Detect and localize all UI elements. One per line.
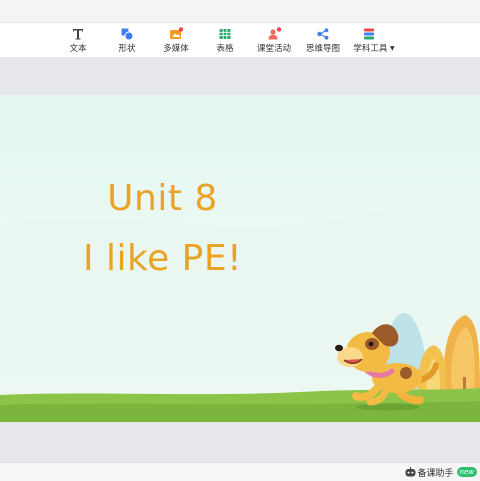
shape-icon [121,28,134,41]
multimedia-tool-label: 多媒体 [163,44,189,54]
classroom-activity-tool-label: 课堂活动 [256,44,291,54]
slide-title-line-2: I like PE! [82,238,243,279]
multimedia-tool-button[interactable]: 多媒体 [148,25,204,55]
mindmap-icon [317,28,329,40]
table-icon [219,29,231,39]
lesson-assistant-button[interactable]: 备课助手 new [405,465,477,479]
shape-tool-label: 形状 [118,44,136,54]
classroom-activity-icon [268,27,281,40]
status-bar: 备课助手 new [0,462,480,481]
subject-tools-text: 学科工具 [353,44,388,54]
subject-tools-icon [364,28,375,40]
new-badge: new [456,467,477,477]
text-icon [73,29,83,40]
chevron-down-icon: ▼ [390,45,395,52]
multimedia-icon [170,27,183,39]
mindmap-tool-button[interactable]: 思维导图 [295,25,351,55]
text-tool-button[interactable]: 文本 [50,25,106,55]
slide[interactable]: Unit 8 I like PE! [0,95,480,422]
mindmap-tool-label: 思维导图 [305,44,340,54]
shape-tool-button[interactable]: 形状 [99,25,155,55]
window-top-strip [0,0,480,22]
text-tool-label: 文本 [69,44,87,54]
insert-toolbar: 文本 形状 多媒体 表格 课堂活动 思维导图 学科工具 ▼ [0,22,480,58]
classroom-activity-tool-button[interactable]: 课堂活动 [246,25,302,55]
robot-icon [405,467,416,477]
table-tool-label: 表格 [216,44,234,54]
subject-tools-label: 学科工具 ▼ [345,42,403,54]
lesson-assistant-label: 备课助手 [417,468,454,479]
subject-tools-button[interactable]: 学科工具 ▼ [345,25,403,55]
slide-title-line-1: Unit 8 [107,178,218,219]
table-tool-button[interactable]: 表格 [197,25,253,55]
